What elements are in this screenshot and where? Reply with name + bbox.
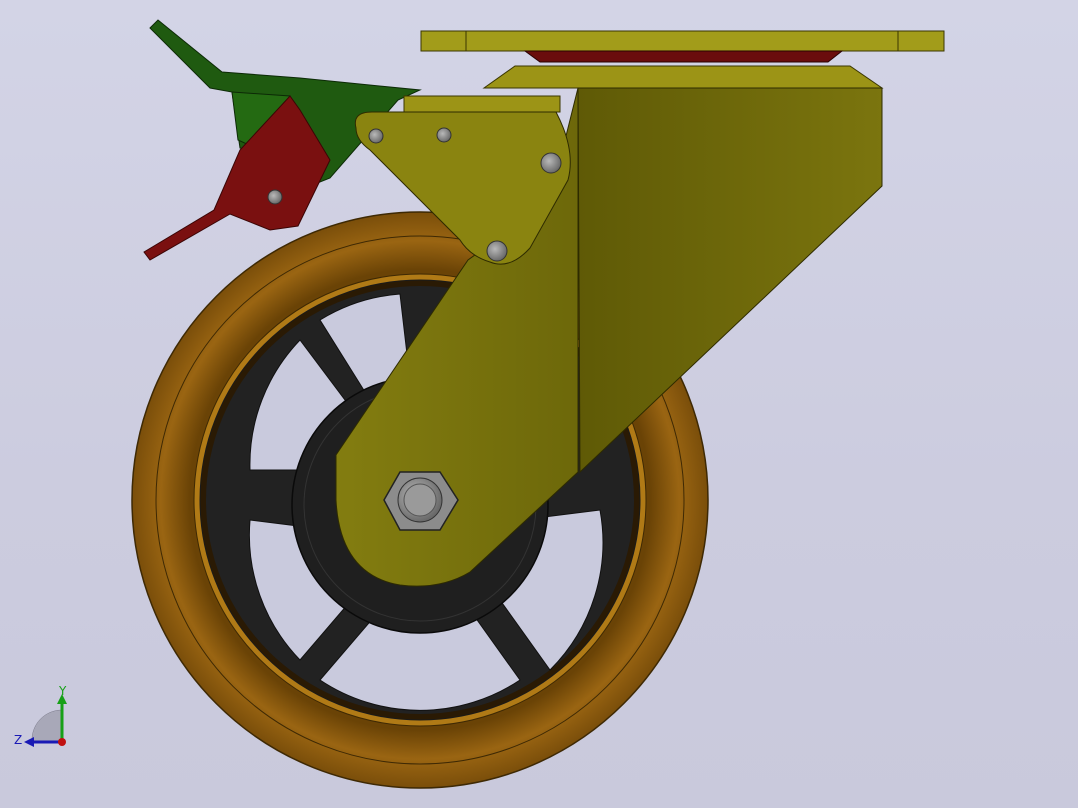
bracket-bolt-icon [486,240,508,262]
top-mounting-plate[interactable] [420,30,945,52]
fork-top-cap [482,65,884,89]
bracket-bolt-icon [540,152,562,174]
bracket-bolt-icon [436,127,452,143]
brake-lever-bolt-icon [267,189,283,205]
swivel-bearing [523,50,844,63]
z-axis-arrowhead-icon [24,737,34,747]
fork-side-face[interactable] [577,87,883,474]
cad-viewport[interactable] [0,0,1078,808]
y-axis-label: Y [58,686,67,698]
triad-arc [31,709,63,743]
z-axis-label: Z [14,733,22,747]
axis-triad[interactable]: Y Z [12,686,76,750]
x-axis-dot-icon [58,738,66,746]
bracket-bolt-icon [368,128,384,144]
